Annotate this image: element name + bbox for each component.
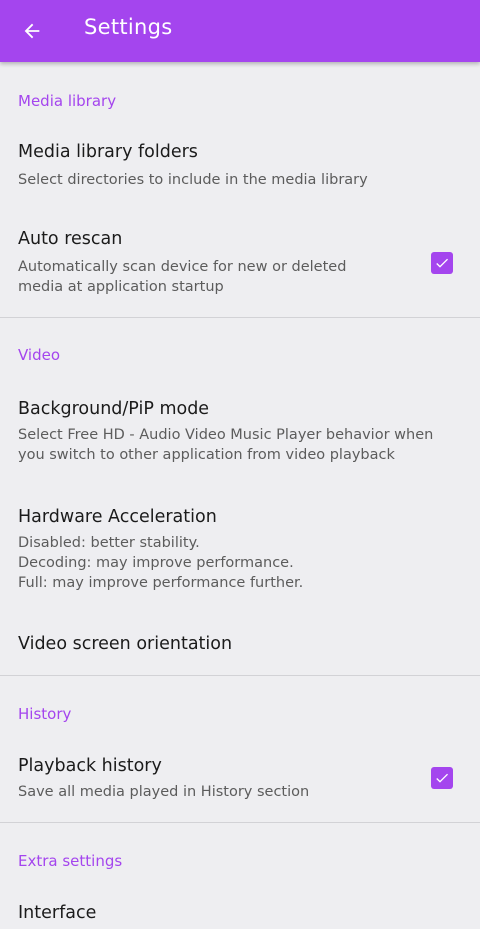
pref-title: Interface	[18, 903, 97, 923]
pref-media-library-folders[interactable]: Media library folders Select directories…	[0, 128, 480, 208]
auto-rescan-checkbox[interactable]	[431, 252, 453, 274]
pref-summary: Select directories to include in the med…	[18, 172, 368, 188]
section-header-video: Video	[18, 346, 61, 364]
pref-summary: Automatically scan device for new or del…	[18, 259, 347, 295]
pref-title: Background/PiP mode	[18, 399, 210, 419]
pref-title: Hardware Acceleration	[18, 507, 217, 527]
arrow-left-icon	[24, 23, 40, 39]
pref-background-pip-mode[interactable]: Background/PiP mode Select Free HD - Aud…	[0, 382, 480, 482]
divider	[0, 317, 480, 318]
playback-history-checkbox[interactable]	[431, 767, 453, 789]
section-header-media-library: Media library	[18, 92, 117, 110]
pref-hardware-acceleration[interactable]: Hardware Acceleration Disabled: better s…	[0, 490, 480, 602]
page-title: Settings	[84, 15, 173, 39]
app-bar: Settings	[0, 0, 480, 62]
pref-summary: Save all media played in History section	[18, 784, 310, 800]
pref-title: Video screen orientation	[18, 634, 233, 654]
pref-playback-history[interactable]: Playback history Save all media played i…	[0, 742, 480, 818]
pref-title: Media library folders	[18, 142, 198, 162]
pref-title: Playback history	[18, 756, 162, 776]
check-icon	[436, 773, 448, 783]
divider	[0, 822, 480, 823]
divider	[0, 675, 480, 676]
check-icon	[436, 258, 448, 268]
pref-summary: Select Free HD - Audio Video Music Playe…	[18, 427, 434, 463]
pref-video-screen-orientation[interactable]: Video screen orientation	[0, 618, 480, 670]
back-button[interactable]	[14, 13, 50, 49]
pref-title: Auto rescan	[18, 229, 123, 249]
section-header-extra-settings: Extra settings	[18, 852, 123, 870]
pref-auto-rescan[interactable]: Auto rescan Automatically scan device fo…	[0, 212, 480, 312]
pref-interface[interactable]: Interface	[0, 888, 480, 929]
pref-summary: Disabled: better stability. Decoding: ma…	[18, 535, 304, 591]
settings-list[interactable]: Media library Media library folders Sele…	[0, 62, 480, 929]
section-header-history: History	[18, 705, 72, 723]
